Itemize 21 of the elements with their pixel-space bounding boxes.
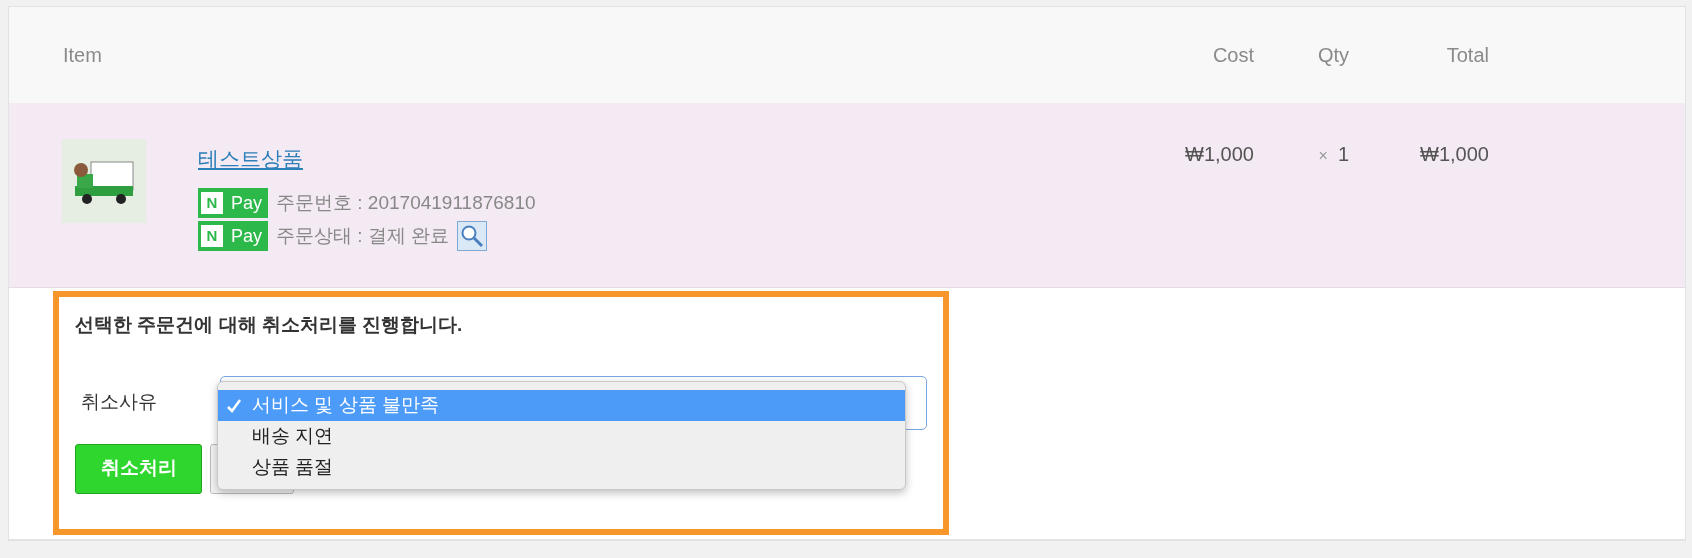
- column-header: Total: [1446, 44, 1489, 66]
- column-header: Item: [63, 44, 102, 66]
- cancel-message: 선택한 주문건에 대해 취소처리를 진행합니다.: [75, 313, 464, 337]
- pay-badge: N Pay: [198, 188, 269, 218]
- pay-badge: N Pay: [198, 221, 269, 251]
- product-link[interactable]: 테스트상품: [198, 143, 303, 175]
- order-info-text: 주문상태 : 결제 완료: [276, 223, 450, 248]
- check-icon: [226, 398, 242, 415]
- column-header: Qty: [1317, 44, 1349, 66]
- dropdown-option[interactable]: 상품 품절: [218, 452, 905, 483]
- reason-label: 취소사유: [80, 390, 158, 415]
- cost-text: ₩1,000: [1185, 143, 1254, 165]
- multiply-sign: ×: [1318, 147, 1328, 164]
- dropdown-option[interactable]: 서비스 및 상품 불만족: [218, 390, 905, 421]
- quantity-text: 1: [1337, 143, 1349, 165]
- total-text: ₩1,000: [1420, 143, 1489, 165]
- order-info-text: 주문번호 : 2017041911876810: [276, 190, 536, 215]
- search-icon[interactable]: [457, 221, 488, 251]
- cancel-process-button[interactable]: 취소처리: [75, 443, 202, 494]
- column-header: Cost: [1212, 44, 1254, 66]
- dropdown-option[interactable]: 배송 지연: [218, 421, 905, 452]
